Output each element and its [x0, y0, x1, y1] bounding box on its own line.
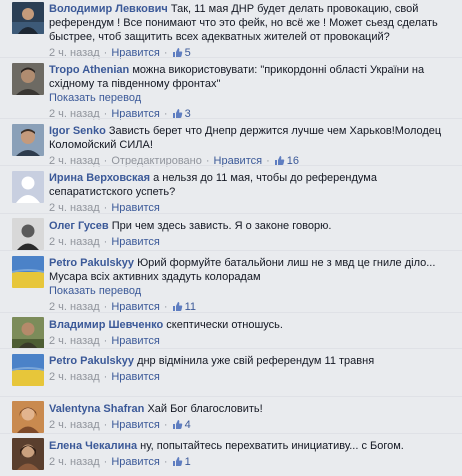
comment-content: Petro Pakulskyy Юрий формуйте батальйони… — [49, 256, 453, 284]
separator-dot: · — [103, 419, 108, 431]
avatar[interactable] — [12, 317, 44, 349]
comment-meta: 2 ч. назад · Нравится — [49, 235, 453, 249]
comment-text: ну, попытайтесь перехватить инициативу..… — [140, 440, 404, 452]
avatar[interactable] — [12, 354, 44, 386]
comment-author-link[interactable]: Олег Гусев — [49, 220, 109, 232]
avatar[interactable] — [12, 63, 44, 95]
comment-meta: 2 ч. назад · Нравится — [49, 334, 453, 348]
avatar[interactable] — [12, 171, 44, 203]
comment-content: Владимир Шевченко скептически отношусь. — [49, 318, 453, 332]
avatar[interactable] — [12, 218, 44, 250]
comment-author-link[interactable]: Елена Чекалина — [49, 440, 137, 452]
comment-content: Petro Pakulskyy днр відмінила уже свій р… — [49, 354, 453, 368]
like-button[interactable]: Нравится — [111, 456, 160, 468]
profile-photo-warm-icon — [12, 401, 44, 433]
like-count[interactable]: 4 — [172, 419, 191, 431]
comment-author-link[interactable]: Володимир Левкович — [49, 3, 168, 15]
comment-meta: 2 ч. назад · Нравится · 4 — [49, 418, 453, 432]
like-count-value: 4 — [184, 419, 191, 431]
comment-content: Елена Чекалина ну, попытайтесь перехвати… — [49, 439, 453, 453]
avatar[interactable] — [12, 2, 44, 34]
comment-text: При чем здесь зависть. Я о законе говорю… — [111, 220, 332, 232]
comment-author-link[interactable]: Ирина Верховская — [49, 172, 150, 184]
separator-dot: · — [103, 335, 108, 347]
flag-field-avatar-icon — [12, 256, 44, 288]
comment-timestamp[interactable]: 2 ч. назад — [49, 335, 100, 347]
profile-photo-dark-icon — [12, 2, 44, 34]
thumbs-up-icon — [172, 457, 182, 466]
see-translation-link[interactable]: Показать перевод — [49, 91, 453, 105]
comment-item: Igor Senko Зависть берет что Днепр держи… — [0, 118, 462, 167]
comment-item: Valentyna Shafran Хай Бог благословить! … — [0, 396, 462, 433]
comment-author-link[interactable]: Petro Pakulskyy — [49, 257, 134, 269]
profile-photo-man-icon — [12, 63, 44, 95]
like-button[interactable]: Нравится — [111, 236, 160, 248]
comment-item: Ирина Верховская а нельзя до 11 мая, что… — [0, 165, 462, 214]
comment-timestamp[interactable]: 2 ч. назад — [49, 371, 100, 383]
see-translation-link[interactable]: Показать перевод — [49, 284, 453, 298]
comment-list: Володимир Левкович Так, 11 мая ДНР будет… — [0, 0, 462, 475]
profile-photo-outdoor-icon — [12, 317, 44, 349]
comment-content: Ирина Верховская а нельзя до 11 мая, что… — [49, 171, 453, 199]
like-button[interactable]: Нравится — [111, 419, 160, 431]
comment-author-link[interactable]: Tropo Athenian — [49, 64, 129, 76]
avatar[interactable] — [12, 124, 44, 156]
comment-text: Хай Бог благословить! — [147, 403, 263, 415]
comment-content: Олег Гусев При чем здесь зависть. Я о за… — [49, 219, 453, 233]
comment-text: Зависть берет что Днепр держится лучше ч… — [49, 125, 442, 151]
thumbs-up-icon — [172, 302, 182, 311]
comment-timestamp[interactable]: 2 ч. назад — [49, 419, 100, 431]
flag-field-avatar-icon — [12, 354, 44, 386]
profile-photo-brown-icon — [12, 438, 44, 470]
like-count-value: 1 — [184, 456, 191, 468]
comment-meta: 2 ч. назад · Нравится · 1 — [49, 455, 453, 469]
comment-author-link[interactable]: Petro Pakulskyy — [49, 355, 134, 367]
comment-timestamp[interactable]: 2 ч. назад — [49, 236, 100, 248]
comment-item: Владимир Шевченко скептически отношусь. … — [0, 312, 462, 349]
comment-item: Елена Чекалина ну, попытайтесь перехвати… — [0, 433, 462, 476]
profile-photo-man-icon — [12, 124, 44, 156]
default-avatar-icon — [12, 171, 44, 203]
separator-dot: · — [163, 456, 168, 468]
separator-dot: · — [163, 419, 168, 431]
separator-dot: · — [103, 371, 108, 383]
like-button[interactable]: Нравится — [111, 335, 160, 347]
comment-item: Petro Pakulskyy днр відмінила уже свій р… — [0, 348, 462, 396]
thumbs-up-icon — [172, 420, 182, 429]
comment-timestamp[interactable]: 2 ч. назад — [49, 456, 100, 468]
comment-author-link[interactable]: Igor Senko — [49, 125, 106, 137]
comment-author-link[interactable]: Valentyna Shafran — [49, 403, 144, 415]
comment-item: Олег Гусев При чем здесь зависть. Я о за… — [0, 213, 462, 250]
comment-item: Petro Pakulskyy Юрий формуйте батальйони… — [0, 250, 462, 313]
like-button[interactable]: Нравится — [111, 371, 160, 383]
comment-text: скептически отношусь. — [166, 319, 283, 331]
comment-item: Tropo Athenian можна використовувати: "п… — [0, 57, 462, 120]
like-count[interactable]: 1 — [172, 456, 191, 468]
comment-item: Володимир Левкович Так, 11 мая ДНР будет… — [0, 0, 462, 59]
comment-content: Valentyna Shafran Хай Бог благословить! — [49, 402, 453, 416]
avatar[interactable] — [12, 438, 44, 470]
comment-author-link[interactable]: Владимир Шевченко — [49, 319, 163, 331]
avatar[interactable] — [12, 401, 44, 433]
comment-text: днр відмінила уже свій референдум 11 тра… — [137, 355, 375, 367]
separator-dot: · — [103, 456, 108, 468]
comment-content: Володимир Левкович Так, 11 мая ДНР будет… — [49, 2, 453, 44]
profile-photo-bw-icon — [12, 218, 44, 250]
comment-meta: 2 ч. назад · Нравится — [49, 370, 453, 384]
separator-dot: · — [103, 236, 108, 248]
comment-content: Igor Senko Зависть берет что Днепр держи… — [49, 124, 453, 152]
avatar[interactable] — [12, 256, 44, 288]
comment-content: Tropo Athenian можна використовувати: "п… — [49, 63, 453, 91]
